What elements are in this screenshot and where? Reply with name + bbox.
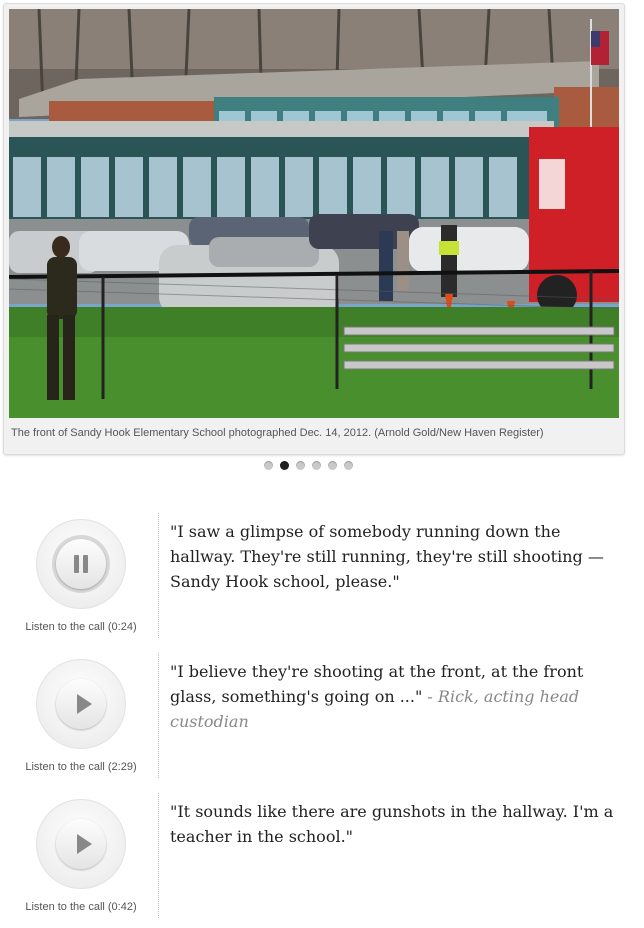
listen-label[interactable]: Listen to the call (2:29) (0, 761, 162, 773)
gallery-dot[interactable] (264, 461, 273, 470)
quote-text: "I saw a glimpse of somebody running dow… (170, 522, 604, 591)
call-quote: "It sounds like there are gunshots in th… (170, 799, 620, 849)
pause-icon (73, 555, 89, 573)
call-quote: "I saw a glimpse of somebody running dow… (170, 519, 620, 594)
divider (158, 513, 159, 638)
audio-player-panel: Listen to the call (0:42) (0, 793, 158, 918)
audio-player-panel: Listen to the call (2:29) (0, 653, 158, 778)
call-item: Listen to the call (2:29) "I believe the… (0, 653, 644, 778)
divider (158, 793, 159, 918)
call-item: Listen to the call (0:24) "I saw a glimp… (0, 513, 644, 638)
call-item: Listen to the call (0:42) "It sounds lik… (0, 793, 644, 918)
call-quote: "I believe they're shooting at the front… (170, 659, 620, 734)
listen-label[interactable]: Listen to the call (0:42) (0, 901, 162, 913)
gallery-dot[interactable] (344, 461, 353, 470)
gallery-dot-active[interactable] (280, 461, 289, 470)
listen-label[interactable]: Listen to the call (0:24) (0, 621, 162, 633)
gallery-pagination (264, 461, 353, 472)
photo-caption: The front of Sandy Hook Elementary Schoo… (11, 427, 544, 439)
pause-button[interactable] (56, 539, 106, 589)
play-icon (77, 834, 92, 854)
play-icon (77, 694, 92, 714)
play-button[interactable] (56, 819, 106, 869)
gallery-dot[interactable] (328, 461, 337, 470)
photo-gallery-card: The front of Sandy Hook Elementary Schoo… (3, 3, 625, 455)
audio-player[interactable] (36, 799, 126, 889)
school-photo-illustration (9, 9, 619, 418)
play-button[interactable] (56, 679, 106, 729)
gallery-dot[interactable] (296, 461, 305, 470)
gallery-dot[interactable] (312, 461, 321, 470)
school-photo (9, 9, 619, 418)
quote-text: "It sounds like there are gunshots in th… (170, 802, 614, 846)
divider (158, 653, 159, 778)
audio-player[interactable] (36, 659, 126, 749)
audio-player-panel: Listen to the call (0:24) (0, 513, 158, 638)
audio-player[interactable] (36, 519, 126, 609)
